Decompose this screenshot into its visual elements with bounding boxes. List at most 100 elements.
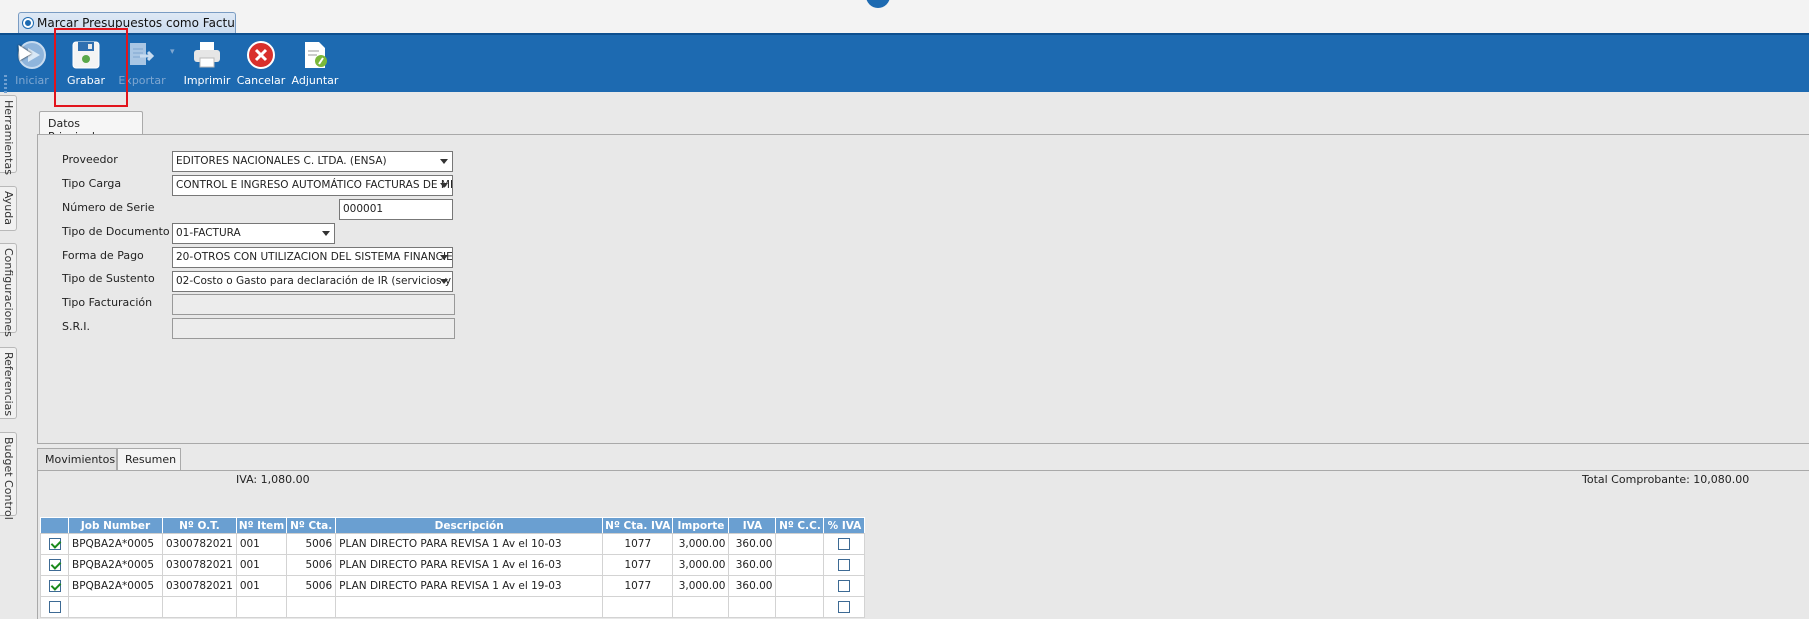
- side-tab-budget-control[interactable]: Budget Control: [0, 432, 17, 520]
- col-header-item[interactable]: Nº Item: [235, 517, 288, 534]
- forma-pago-label: Forma de Pago: [62, 249, 144, 262]
- cell-cc[interactable]: [775, 575, 825, 597]
- cell-job-number[interactable]: BPQBA2A*0005: [68, 554, 163, 576]
- forma-pago-select[interactable]: 20-OTROS CON UTILIZACION DEL SISTEMA FIN…: [172, 247, 453, 268]
- cell-descripcion[interactable]: PLAN DIRECTO PARA REVISA 1 Av el 10-03: [335, 533, 604, 555]
- cell-importe[interactable]: [672, 596, 730, 618]
- pct-iva-checkbox[interactable]: [838, 538, 851, 550]
- table-row[interactable]: [40, 596, 866, 618]
- tipo-carga-select[interactable]: CONTROL E INGRESO AUTOMÁTICO FACTURAS DE…: [172, 175, 453, 196]
- col-header-descripcion[interactable]: Descripción: [335, 517, 604, 534]
- cell-iva[interactable]: 360.00: [728, 554, 777, 576]
- cell-descripcion[interactable]: [335, 596, 604, 618]
- cell-iva[interactable]: 360.00: [728, 575, 777, 597]
- pct-iva-checkbox[interactable]: [838, 580, 851, 592]
- document-tab-label: Marcar Presupuestos como Factu...: [37, 16, 236, 30]
- row-select-checkbox-cell[interactable]: [40, 596, 69, 618]
- table-row[interactable]: BPQBA2A*0005 0300782021 001 5006 PLAN DIRECT…: [40, 575, 866, 597]
- cell-job-number[interactable]: BPQBA2A*0005: [68, 575, 163, 597]
- cell-importe[interactable]: 3,000.00: [672, 533, 730, 555]
- cell-job-number[interactable]: [68, 596, 163, 618]
- cell-cta[interactable]: 5006: [286, 554, 337, 576]
- tab-resumen[interactable]: Resumen: [117, 448, 181, 470]
- pct-iva-checkbox-cell[interactable]: [823, 596, 866, 618]
- cell-job-number[interactable]: BPQBA2A*0005: [68, 533, 163, 555]
- col-header-cc[interactable]: Nº C.C.: [775, 517, 825, 534]
- row-select-checkbox[interactable]: [48, 580, 61, 592]
- cell-cc[interactable]: [775, 596, 825, 618]
- col-header-cta-iva[interactable]: Nº Cta. IVA: [602, 517, 674, 534]
- pct-iva-checkbox-cell[interactable]: [823, 533, 866, 555]
- cell-item[interactable]: 001: [235, 554, 288, 576]
- row-select-checkbox[interactable]: [48, 538, 61, 550]
- document-tab[interactable]: Marcar Presupuestos como Factu...: [18, 12, 236, 34]
- pct-iva-checkbox[interactable]: [838, 559, 851, 571]
- proveedor-select[interactable]: EDITORES NACIONALES C. LTDA. (ENSA): [172, 151, 453, 172]
- grabar-label: Grabar: [66, 74, 106, 87]
- cell-cta-iva[interactable]: 1077: [602, 533, 674, 555]
- cell-cc[interactable]: [775, 533, 825, 555]
- row-select-checkbox[interactable]: [48, 559, 61, 571]
- proveedor-label: Proveedor: [62, 153, 118, 166]
- cell-ot[interactable]: 0300782021: [162, 554, 237, 576]
- col-header-importe[interactable]: Importe: [672, 517, 730, 534]
- side-tab-ayuda[interactable]: Ayuda: [0, 186, 17, 231]
- cell-cc[interactable]: [775, 554, 825, 576]
- cell-cta-iva[interactable]: 1077: [602, 575, 674, 597]
- imprimir-button[interactable]: Imprimir: [182, 39, 232, 87]
- col-header-pct-iva[interactable]: % IVA: [823, 517, 866, 534]
- cell-cta-iva[interactable]: [602, 596, 674, 618]
- pct-iva-checkbox-cell[interactable]: [823, 575, 866, 597]
- cell-cta[interactable]: 5006: [286, 575, 337, 597]
- imprimir-label: Imprimir: [183, 74, 231, 87]
- exportar-dropdown-icon[interactable]: ▾: [170, 47, 175, 57]
- cancel-icon: [247, 41, 275, 69]
- cell-ot[interactable]: [162, 596, 237, 618]
- col-header-ot[interactable]: Nº O.T.: [162, 517, 237, 534]
- exportar-button[interactable]: Exportar: [117, 39, 167, 87]
- cell-iva[interactable]: [728, 596, 777, 618]
- pct-iva-checkbox[interactable]: [838, 601, 851, 613]
- cancelar-button[interactable]: Cancelar: [236, 39, 286, 87]
- tipo-documento-select[interactable]: 01-FACTURA: [172, 223, 335, 244]
- side-tab-referencias[interactable]: Referencias: [0, 347, 17, 419]
- table-row[interactable]: BPQBA2A*0005 0300782021 001 5006 PLAN DIRECT…: [40, 533, 866, 555]
- row-select-checkbox-cell[interactable]: [40, 575, 69, 597]
- exportar-label: Exportar: [118, 74, 166, 87]
- grabar-button[interactable]: Grabar: [61, 39, 111, 87]
- cell-descripcion[interactable]: PLAN DIRECTO PARA REVISA 1 Av el 19-03: [335, 575, 604, 597]
- cell-ot[interactable]: 0300782021: [162, 533, 237, 555]
- iniciar-label: Iniciar: [15, 74, 49, 87]
- cell-cta[interactable]: [286, 596, 337, 618]
- row-select-checkbox-cell[interactable]: [40, 533, 69, 555]
- row-select-checkbox-cell[interactable]: [40, 554, 69, 576]
- side-tab-herramientas[interactable]: Herramientas: [0, 95, 17, 175]
- table-row[interactable]: BPQBA2A*0005 0300782021 001 5006 PLAN DIRECT…: [40, 554, 866, 576]
- tipo-facturacion-field: [172, 294, 455, 315]
- col-header-check[interactable]: [40, 517, 69, 534]
- col-header-iva[interactable]: IVA: [728, 517, 777, 534]
- cell-cta-iva[interactable]: 1077: [602, 554, 674, 576]
- pct-iva-checkbox-cell[interactable]: [823, 554, 866, 576]
- side-tab-configuraciones[interactable]: Configuraciones: [0, 243, 17, 337]
- cell-descripcion[interactable]: PLAN DIRECTO PARA REVISA 1 Av el 16-03: [335, 554, 604, 576]
- cell-iva[interactable]: 360.00: [728, 533, 777, 555]
- cell-cta[interactable]: 5006: [286, 533, 337, 555]
- col-header-job-number[interactable]: Job Number: [68, 517, 163, 534]
- col-header-cta[interactable]: Nº Cta.: [286, 517, 337, 534]
- cell-importe[interactable]: 3,000.00: [672, 575, 730, 597]
- cell-item[interactable]: [235, 596, 288, 618]
- numero-serie-input[interactable]: 000001: [339, 199, 453, 220]
- tab-datos-principales[interactable]: Datos Principales: [39, 111, 143, 143]
- tab-movimientos[interactable]: Movimientos: [37, 448, 117, 470]
- cell-item[interactable]: 001: [235, 533, 288, 555]
- total-comprobante-text: Total Comprobante: 10,080.00: [1582, 473, 1750, 486]
- sri-label: S.R.I.: [62, 320, 90, 333]
- cell-importe[interactable]: 3,000.00: [672, 554, 730, 576]
- row-select-checkbox[interactable]: [48, 601, 61, 613]
- cell-ot[interactable]: 0300782021: [162, 575, 237, 597]
- printer-icon: [194, 42, 220, 68]
- cell-item[interactable]: 001: [235, 575, 288, 597]
- adjuntar-button[interactable]: Adjuntar: [290, 39, 340, 87]
- tipo-sustento-select[interactable]: 02-Costo o Gasto para declaración de IR …: [172, 271, 453, 292]
